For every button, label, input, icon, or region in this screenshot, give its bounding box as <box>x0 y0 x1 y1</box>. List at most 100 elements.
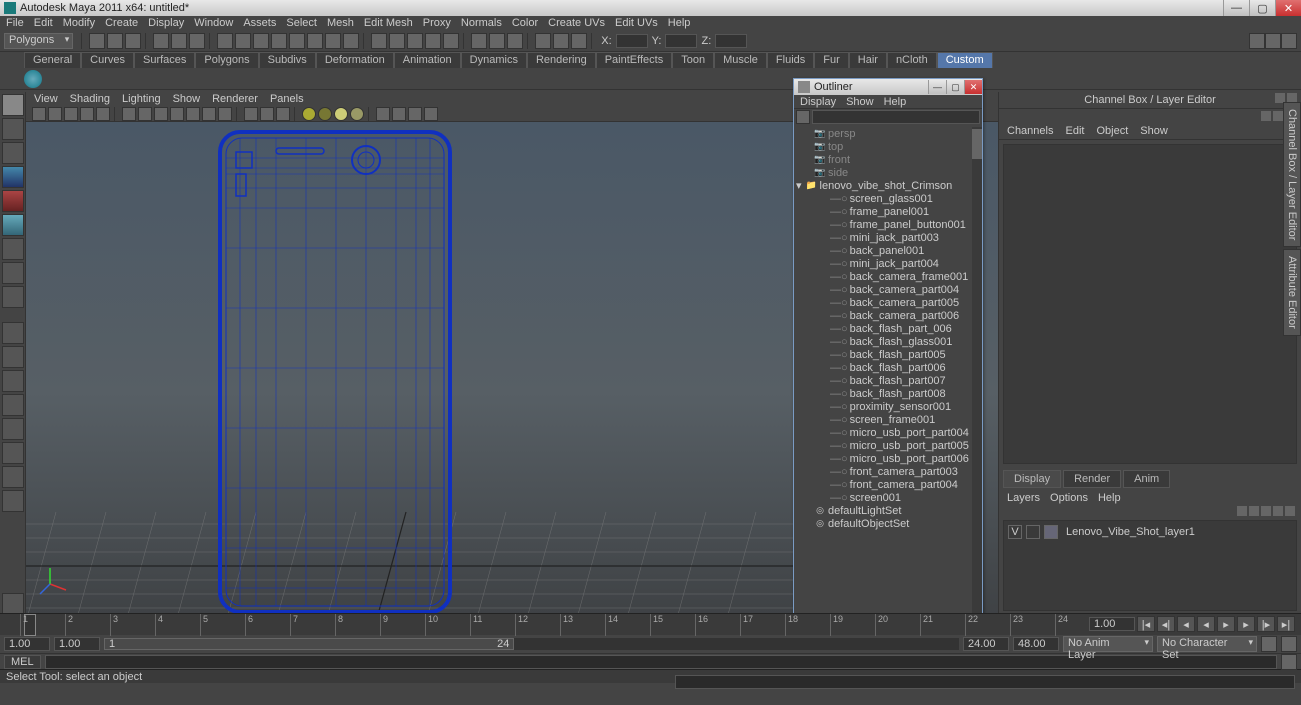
outliner-item[interactable]: —○ back_camera_part006 <box>794 309 972 322</box>
vp-icon[interactable] <box>48 107 62 121</box>
vp-icon[interactable] <box>138 107 152 121</box>
menu-create-uvs[interactable]: Create UVs <box>548 17 605 29</box>
outliner-search-input[interactable] <box>812 110 980 124</box>
outliner-item[interactable]: —○ back_flash_part007 <box>794 374 972 387</box>
vp-icon[interactable] <box>154 107 168 121</box>
vp-icon[interactable] <box>244 107 258 121</box>
mask-icon[interactable] <box>217 33 233 49</box>
outliner-menu-display[interactable]: Display <box>800 96 836 108</box>
outliner-item[interactable]: ◎defaultLightSet <box>794 504 972 517</box>
coord-x-input[interactable] <box>616 34 648 48</box>
menu-modify[interactable]: Modify <box>63 17 95 29</box>
go-start-icon[interactable]: |◂ <box>1137 616 1155 632</box>
autokey-icon[interactable] <box>1261 636 1277 652</box>
anim-start-field[interactable] <box>4 637 50 651</box>
layer-row[interactable]: VLenovo_Vibe_Shot_layer1 <box>1008 525 1292 539</box>
vp-menu-show[interactable]: Show <box>173 93 201 105</box>
shelf-tab-toon[interactable]: Toon <box>672 52 714 68</box>
outliner-item[interactable]: —○ back_flash_part005 <box>794 348 972 361</box>
menu-mesh[interactable]: Mesh <box>327 17 354 29</box>
select-component-icon[interactable] <box>189 33 205 49</box>
render-settings-icon[interactable] <box>571 33 587 49</box>
outliner-item[interactable]: —○ back_flash_glass001 <box>794 335 972 348</box>
layer-icon[interactable] <box>1273 506 1283 516</box>
menu-edit-mesh[interactable]: Edit Mesh <box>364 17 413 29</box>
script-editor-icon[interactable] <box>1281 654 1297 670</box>
outliner-menu-show[interactable]: Show <box>846 96 874 108</box>
layer-color-box[interactable] <box>1044 525 1058 539</box>
outliner-window[interactable]: Outliner — ▢ ✕ DisplayShowHelp 📷persp📷to… <box>793 78 983 632</box>
menu-normals[interactable]: Normals <box>461 17 502 29</box>
layer-menu-help[interactable]: Help <box>1098 492 1121 504</box>
last-tool-icon[interactable] <box>2 286 24 308</box>
soft-mod-tool-icon[interactable] <box>2 262 24 284</box>
outliner-item[interactable]: —○ front_camera_part004 <box>794 478 972 491</box>
outliner-item[interactable]: 📷top <box>794 140 972 153</box>
step-back-icon[interactable]: ◂ <box>1177 616 1195 632</box>
mask-icon[interactable] <box>325 33 341 49</box>
anim-layer-dropdown[interactable]: No Anim Layer <box>1063 636 1153 652</box>
save-scene-icon[interactable] <box>125 33 141 49</box>
outliner-item[interactable]: 📷front <box>794 153 972 166</box>
vp-icon[interactable] <box>80 107 94 121</box>
vp-icon[interactable] <box>376 107 390 121</box>
select-object-icon[interactable] <box>171 33 187 49</box>
outliner-item[interactable]: —○ back_camera_frame001 <box>794 270 972 283</box>
outliner-item[interactable]: —○ proximity_sensor001 <box>794 400 972 413</box>
cb-mode-icon[interactable] <box>1273 111 1283 121</box>
mask-icon[interactable] <box>235 33 251 49</box>
outliner-item[interactable]: ◎defaultObjectSet <box>794 517 972 530</box>
outliner-item[interactable]: 📷persp <box>794 127 972 140</box>
cb-menu-object[interactable]: Object <box>1096 125 1128 137</box>
character-set-dropdown[interactable]: No Character Set <box>1157 636 1257 652</box>
time-slider[interactable]: |◂ ◂| ◂ ◂ ▸ ▸ |▸ ▸| 12345678910111213141… <box>0 613 1301 635</box>
menu-assets[interactable]: Assets <box>243 17 276 29</box>
mask-icon[interactable] <box>271 33 287 49</box>
vp-menu-renderer[interactable]: Renderer <box>212 93 258 105</box>
shelf-tab-general[interactable]: General <box>24 52 81 68</box>
layout-icon[interactable] <box>2 490 24 512</box>
new-layer-icon[interactable] <box>1285 506 1295 516</box>
layer-icon[interactable] <box>1249 506 1259 516</box>
shelf-tab-hair[interactable]: Hair <box>849 52 887 68</box>
tab-attribute-editor[interactable]: Attribute Editor <box>1283 249 1301 336</box>
outliner-close-button[interactable]: ✕ <box>964 80 982 94</box>
vp-light-icon[interactable] <box>302 107 316 121</box>
shelf-tab-subdivs[interactable]: Subdivs <box>259 52 316 68</box>
mask-icon[interactable] <box>343 33 359 49</box>
mel-label[interactable]: MEL <box>4 655 41 669</box>
menu-create[interactable]: Create <box>105 17 138 29</box>
cb-menu-show[interactable]: Show <box>1140 125 1168 137</box>
menu-proxy[interactable]: Proxy <box>423 17 451 29</box>
tool-settings-icon[interactable] <box>2 593 24 615</box>
outliner-item[interactable]: —○ frame_panel_button001 <box>794 218 972 231</box>
menu-color[interactable]: Color <box>512 17 538 29</box>
cb-mode-icon[interactable] <box>1261 111 1271 121</box>
vp-icon[interactable] <box>276 107 290 121</box>
range-start-field[interactable] <box>54 637 100 651</box>
vp-icon[interactable] <box>170 107 184 121</box>
shelf-tab-dynamics[interactable]: Dynamics <box>461 52 527 68</box>
outliner-item[interactable]: —○ back_camera_part004 <box>794 283 972 296</box>
prefs-icon[interactable] <box>1281 636 1297 652</box>
play-fwd-icon[interactable]: ▸ <box>1217 616 1235 632</box>
layout-single-icon[interactable] <box>2 322 24 344</box>
shelf-tab-deformation[interactable]: Deformation <box>316 52 394 68</box>
layer-icon[interactable] <box>1261 506 1271 516</box>
render-icon[interactable] <box>535 33 551 49</box>
outliner-title-bar[interactable]: Outliner — ▢ ✕ <box>794 79 982 95</box>
module-selector[interactable]: Polygons <box>4 33 73 49</box>
shelf-tab-surfaces[interactable]: Surfaces <box>134 52 195 68</box>
minimize-button[interactable]: — <box>1223 0 1249 16</box>
new-scene-icon[interactable] <box>89 33 105 49</box>
vp-icon[interactable] <box>122 107 136 121</box>
outliner-maximize-button[interactable]: ▢ <box>946 80 964 94</box>
vp-icon[interactable] <box>218 107 232 121</box>
open-scene-icon[interactable] <box>107 33 123 49</box>
shelf-tab-custom[interactable]: Custom <box>937 52 993 68</box>
outliner-item[interactable]: —○ screen001 <box>794 491 972 504</box>
vp-menu-shading[interactable]: Shading <box>70 93 110 105</box>
outliner-minimize-button[interactable]: — <box>928 80 946 94</box>
menu-select[interactable]: Select <box>286 17 317 29</box>
shelf-tab-fur[interactable]: Fur <box>814 52 849 68</box>
